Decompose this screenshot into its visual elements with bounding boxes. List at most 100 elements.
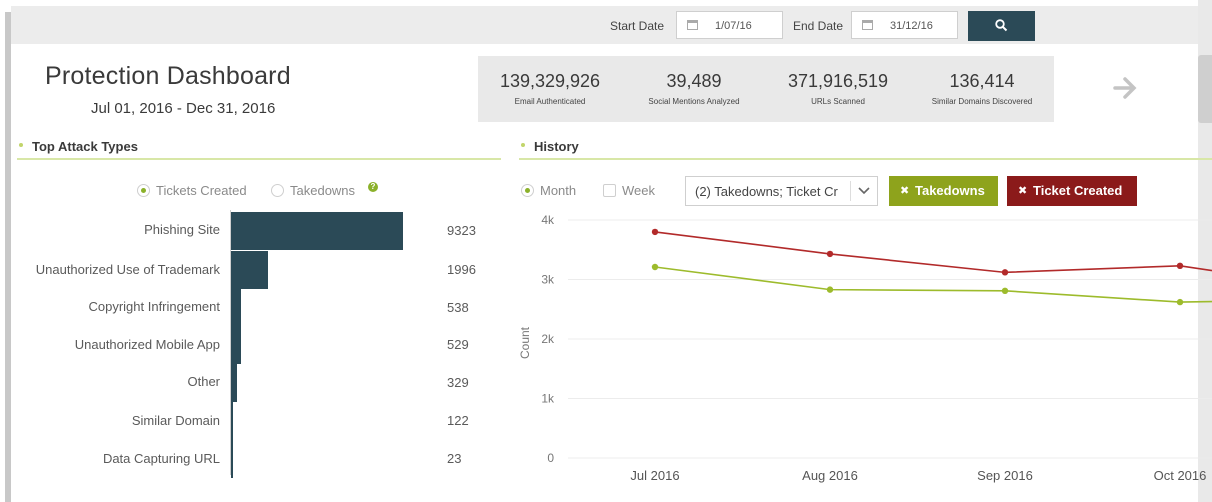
close-icon: ✖: [900, 185, 910, 197]
series-line: [654, 231, 1212, 274]
bar-label: Data Capturing URL: [102, 451, 220, 466]
x-tick-label: Oct 2016: [1154, 468, 1207, 483]
y-tick-label: 2k: [541, 332, 555, 346]
button-label: Ticket Created: [1033, 183, 1123, 198]
bar[interactable]: [231, 289, 241, 327]
x-tick-label: Jul 2016: [630, 468, 679, 483]
search-button[interactable]: [968, 11, 1035, 41]
stat-social-mentions: 39,489 Social Mentions Analyzed: [622, 56, 766, 106]
bar-value: 23: [447, 451, 462, 466]
help-icon[interactable]: ?: [368, 182, 378, 192]
bar-label: Similar Domain: [131, 413, 220, 428]
bar[interactable]: [231, 364, 238, 402]
y-tick-label: 0: [547, 451, 554, 465]
start-date-value: 1/07/16: [715, 20, 752, 32]
bar[interactable]: [231, 212, 403, 250]
radio-selected-icon: [137, 184, 150, 197]
data-point: [826, 286, 834, 293]
radio-label: Month: [540, 183, 577, 198]
radio-week[interactable]: Week: [603, 183, 655, 198]
close-icon: ✖: [1018, 185, 1028, 197]
bar-value: 529: [447, 337, 469, 352]
stat-similar-domains: 136,414 Similar Domains Discovered: [910, 56, 1054, 106]
radio-tickets-created[interactable]: Tickets Created: [137, 183, 247, 198]
history-line-chart: 0 1k 2k 3k 4k Count Jul 2016 Aug 2016 Sep 2016 Oc…: [518, 213, 1212, 483]
stat-value: 39,489: [666, 71, 722, 91]
radio-takedowns[interactable]: Takedowns: [271, 183, 355, 198]
bar-value: 122: [447, 413, 469, 428]
y-tick-label: 3k: [541, 273, 555, 287]
button-label: Takedowns: [915, 183, 985, 198]
stat-label: Social Mentions Analyzed: [648, 97, 740, 106]
section-title: Top Attack Types: [32, 139, 138, 154]
x-tick-label: Aug 2016: [802, 468, 858, 483]
start-date-label: Start Date: [610, 19, 665, 33]
date-filter-bar: Start Date 1/07/16 End Date 31/12/16: [11, 6, 1198, 44]
top-attack-types-header: Top Attack Types: [17, 134, 501, 160]
bullet-icon: [19, 143, 23, 147]
side-panel-tab[interactable]: [1198, 55, 1212, 123]
section-title: History: [534, 139, 579, 154]
end-date-value: 31/12/16: [890, 20, 933, 32]
search-icon: [995, 19, 1008, 32]
end-date-field[interactable]: 31/12/16: [851, 11, 958, 39]
stat-email-authenticated: 139,329,926 Email Authenticated: [478, 56, 622, 106]
bar[interactable]: [231, 251, 268, 289]
stat-value: 136,414: [949, 71, 1015, 91]
data-point: [826, 250, 834, 258]
stat-label: Similar Domains Discovered: [931, 97, 1033, 106]
y-axis-label: Count: [518, 326, 532, 359]
bar-value: 538: [447, 300, 469, 315]
radio-selected-icon: [521, 184, 534, 197]
radio-label: Tickets Created: [156, 183, 247, 198]
bar-label: Phishing Site: [144, 222, 220, 237]
bar[interactable]: [231, 402, 234, 440]
bar-value: 9323: [447, 223, 476, 238]
calendar-icon: [862, 20, 873, 30]
data-point: [651, 263, 659, 271]
data-point: [1176, 262, 1184, 270]
radio-label: Takedowns: [290, 183, 356, 198]
stat-label: Email Authenticated: [514, 97, 586, 106]
stat-urls-scanned: 371,916,519 URLs Scanned: [766, 56, 910, 106]
chevron-down-icon: [858, 187, 870, 195]
bar-value: 1996: [447, 262, 476, 277]
data-point: [1001, 287, 1009, 295]
start-date-field[interactable]: 1/07/16: [676, 11, 783, 39]
y-tick-label: 4k: [541, 213, 555, 227]
left-border-bar: [5, 12, 11, 502]
radio-label: Week: [622, 183, 655, 198]
y-tick-label: 1k: [541, 392, 555, 406]
bar-value: 329: [447, 375, 469, 390]
data-point: [651, 228, 659, 236]
bar-label: Copyright Infringement: [88, 299, 220, 314]
arrow-right-icon[interactable]: [1113, 76, 1139, 100]
history-header: History: [519, 134, 1212, 160]
series-select-dropdown[interactable]: (2) Takedowns; Ticket Cr: [685, 176, 878, 206]
bar-label: Unauthorized Use of Trademark: [35, 262, 220, 277]
series-line: [654, 266, 1212, 303]
stats-summary-panel: 139,329,926 Email Authenticated 39,489 S…: [478, 56, 1054, 122]
stat-value: 371,916,519: [787, 71, 889, 91]
data-point: [1176, 298, 1184, 306]
date-range-subtitle: Jul 01, 2016 - Dec 31, 2016: [91, 100, 276, 117]
bar-label: Unauthorized Mobile App: [74, 337, 220, 352]
radio-unselected-icon: [271, 184, 284, 197]
takedowns-filter-button[interactable]: ✖ Takedowns: [889, 176, 998, 206]
select-divider: [850, 181, 851, 201]
radio-month[interactable]: Month: [521, 183, 576, 198]
data-point: [1001, 269, 1009, 276]
ticket-created-filter-button[interactable]: ✖ Ticket Created: [1007, 176, 1137, 206]
calendar-icon: [687, 20, 698, 30]
x-tick-label: Sep 2016: [977, 468, 1033, 483]
stat-value: 139,329,926: [499, 71, 601, 91]
bullet-icon: [521, 143, 525, 147]
checkbox-icon: [603, 184, 616, 197]
page-title: Protection Dashboard: [45, 62, 291, 90]
bar[interactable]: [231, 440, 233, 478]
stat-label: URLs Scanned: [811, 97, 865, 106]
bar-label: Other: [187, 374, 220, 389]
bar[interactable]: [231, 326, 241, 364]
end-date-label: End Date: [793, 19, 844, 33]
left-scroll-gutter: [0, 0, 11, 502]
